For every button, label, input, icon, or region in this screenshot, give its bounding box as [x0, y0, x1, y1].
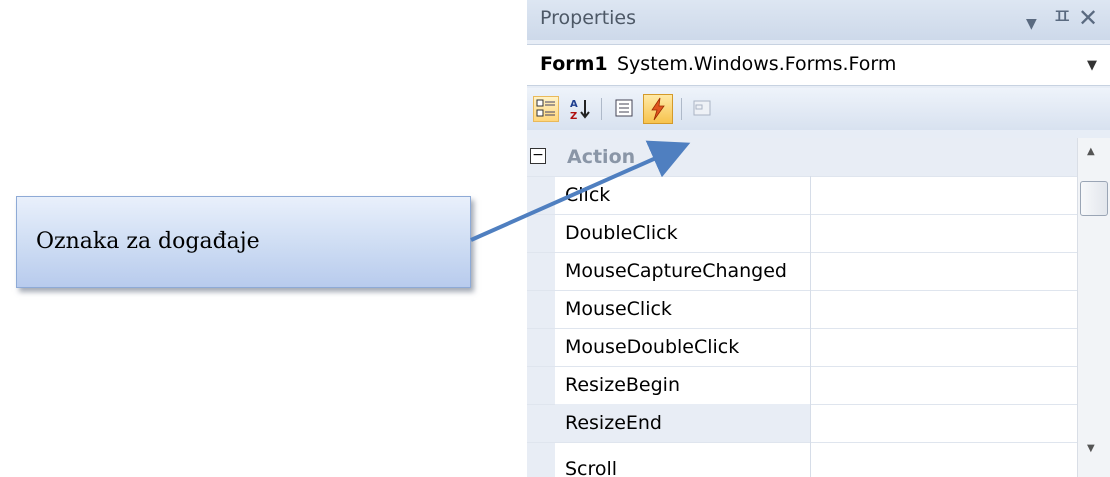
pointer-arrow	[470, 140, 691, 242]
arrow-line	[470, 140, 691, 242]
